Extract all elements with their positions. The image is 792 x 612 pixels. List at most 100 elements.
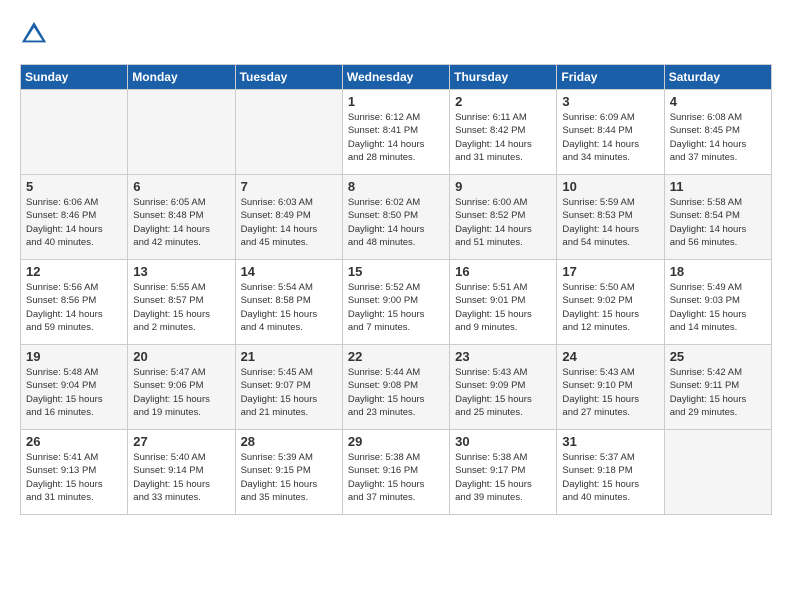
day-info: Sunrise: 5:41 AM Sunset: 9:13 PM Dayligh…: [26, 451, 122, 504]
day-info: Sunrise: 5:50 AM Sunset: 9:02 PM Dayligh…: [562, 281, 658, 334]
day-info: Sunrise: 5:38 AM Sunset: 9:17 PM Dayligh…: [455, 451, 551, 504]
page-header: [20, 20, 772, 48]
calendar-cell-29: 29 Sunrise: 5:38 AM Sunset: 9:16 PM Dayli…: [342, 430, 449, 515]
logo: [20, 20, 52, 48]
calendar-cell-14: 14Sunrise: 5:54 AM Sunset: 8:58 PM Dayli…: [235, 260, 342, 345]
day-number: 30: [455, 434, 551, 449]
day-number: 17: [562, 264, 658, 279]
day-info: Sunrise: 5:54 AM Sunset: 8:58 PM Dayligh…: [241, 281, 337, 334]
calendar-cell-16: 16Sunrise: 5:51 AM Sunset: 9:01 PM Dayli…: [450, 260, 557, 345]
calendar-cell-12: 12 Sunrise: 5:56 AM Sunset: 8:56 PM Dayli…: [21, 260, 128, 345]
weekday-header-thursday: Thursday: [450, 65, 557, 90]
day-info: Sunrise: 5:55 AM Sunset: 8:57 PM Dayligh…: [133, 281, 229, 334]
calendar-cell-17: 17 Sunrise: 5:50 AM Sunset: 9:02 PM Dayli…: [557, 260, 664, 345]
day-number: 13: [133, 264, 229, 279]
calendar-cell-26: 26 Sunrise: 5:41 AM Sunset: 9:13 PM Dayli…: [21, 430, 128, 515]
calendar-cell-24: 24 Sunrise: 5:43 AM Sunset: 9:10 PM Dayli…: [557, 345, 664, 430]
calendar-cell-10: 10Sunrise: 5:59 AM Sunset: 8:53 PM Dayli…: [557, 175, 664, 260]
day-info: Sunrise: 6:09 AM Sunset: 8:44 PM Dayligh…: [562, 111, 658, 164]
calendar-cell-27: 27 Sunrise: 5:40 AM Sunset: 9:14 PM Dayli…: [128, 430, 235, 515]
day-number: 24: [562, 349, 658, 364]
day-number: 2: [455, 94, 551, 109]
calendar-cell-18: 18 Sunrise: 5:49 AM Sunset: 9:03 PM Dayli…: [664, 260, 771, 345]
calendar-cell-empty: [664, 430, 771, 515]
weekday-header-tuesday: Tuesday: [235, 65, 342, 90]
day-number: 9: [455, 179, 551, 194]
calendar-week-3: 12 Sunrise: 5:56 AM Sunset: 8:56 PM Dayli…: [21, 260, 772, 345]
day-number: 21: [241, 349, 337, 364]
day-info: Sunrise: 6:11 AM Sunset: 8:42 PM Dayligh…: [455, 111, 551, 164]
day-number: 31: [562, 434, 658, 449]
calendar-cell-3: 3 Sunrise: 6:09 AM Sunset: 8:44 PM Daylig…: [557, 90, 664, 175]
day-info: Sunrise: 6:06 AM Sunset: 8:46 PM Dayligh…: [26, 196, 122, 249]
logo-icon: [20, 20, 48, 48]
calendar-cell-5: 5 Sunrise: 6:06 AM Sunset: 8:46 PM Daylig…: [21, 175, 128, 260]
calendar-cell-15: 15 Sunrise: 5:52 AM Sunset: 9:00 PM Dayli…: [342, 260, 449, 345]
calendar-cell-7: 7Sunrise: 6:03 AM Sunset: 8:49 PM Daylig…: [235, 175, 342, 260]
calendar-cell-1: 1Sunrise: 6:12 AM Sunset: 8:41 PM Daylig…: [342, 90, 449, 175]
day-info: Sunrise: 5:40 AM Sunset: 9:14 PM Dayligh…: [133, 451, 229, 504]
calendar-cell-19: 19 Sunrise: 5:48 AM Sunset: 9:04 PM Dayli…: [21, 345, 128, 430]
day-info: Sunrise: 6:12 AM Sunset: 8:41 PM Dayligh…: [348, 111, 444, 164]
calendar-week-5: 26 Sunrise: 5:41 AM Sunset: 9:13 PM Dayli…: [21, 430, 772, 515]
day-number: 15: [348, 264, 444, 279]
day-number: 12: [26, 264, 122, 279]
weekday-header-row: SundayMondayTuesdayWednesdayThursdayFrid…: [21, 65, 772, 90]
day-info: Sunrise: 5:51 AM Sunset: 9:01 PM Dayligh…: [455, 281, 551, 334]
day-number: 25: [670, 349, 766, 364]
calendar-week-4: 19 Sunrise: 5:48 AM Sunset: 9:04 PM Dayli…: [21, 345, 772, 430]
calendar-cell-13: 13 Sunrise: 5:55 AM Sunset: 8:57 PM Dayli…: [128, 260, 235, 345]
day-info: Sunrise: 5:38 AM Sunset: 9:16 PM Dayligh…: [348, 451, 444, 504]
day-number: 29: [348, 434, 444, 449]
weekday-header-wednesday: Wednesday: [342, 65, 449, 90]
calendar-cell-4: 4Sunrise: 6:08 AM Sunset: 8:45 PM Daylig…: [664, 90, 771, 175]
calendar-cell-empty: [128, 90, 235, 175]
calendar-cell-6: 6Sunrise: 6:05 AM Sunset: 8:48 PM Daylig…: [128, 175, 235, 260]
weekday-header-friday: Friday: [557, 65, 664, 90]
day-info: Sunrise: 5:39 AM Sunset: 9:15 PM Dayligh…: [241, 451, 337, 504]
calendar-week-1: 1Sunrise: 6:12 AM Sunset: 8:41 PM Daylig…: [21, 90, 772, 175]
day-number: 6: [133, 179, 229, 194]
day-number: 19: [26, 349, 122, 364]
day-number: 3: [562, 94, 658, 109]
weekday-header-monday: Monday: [128, 65, 235, 90]
calendar-cell-23: 23 Sunrise: 5:43 AM Sunset: 9:09 PM Dayli…: [450, 345, 557, 430]
calendar-cell-11: 11Sunrise: 5:58 AM Sunset: 8:54 PM Dayli…: [664, 175, 771, 260]
day-number: 22: [348, 349, 444, 364]
day-number: 28: [241, 434, 337, 449]
calendar-cell-22: 22Sunrise: 5:44 AM Sunset: 9:08 PM Dayli…: [342, 345, 449, 430]
day-info: Sunrise: 5:58 AM Sunset: 8:54 PM Dayligh…: [670, 196, 766, 249]
weekday-header-sunday: Sunday: [21, 65, 128, 90]
calendar-cell-empty: [21, 90, 128, 175]
day-number: 26: [26, 434, 122, 449]
calendar-table: SundayMondayTuesdayWednesdayThursdayFrid…: [20, 64, 772, 515]
calendar-cell-28: 28 Sunrise: 5:39 AM Sunset: 9:15 PM Dayli…: [235, 430, 342, 515]
day-number: 18: [670, 264, 766, 279]
calendar-cell-9: 9Sunrise: 6:00 AM Sunset: 8:52 PM Daylig…: [450, 175, 557, 260]
calendar-cell-8: 8 Sunrise: 6:02 AM Sunset: 8:50 PM Daylig…: [342, 175, 449, 260]
calendar-cell-20: 20Sunrise: 5:47 AM Sunset: 9:06 PM Dayli…: [128, 345, 235, 430]
day-number: 4: [670, 94, 766, 109]
day-info: Sunrise: 5:49 AM Sunset: 9:03 PM Dayligh…: [670, 281, 766, 334]
calendar-cell-empty: [235, 90, 342, 175]
day-info: Sunrise: 5:43 AM Sunset: 9:10 PM Dayligh…: [562, 366, 658, 419]
day-number: 20: [133, 349, 229, 364]
day-info: Sunrise: 5:56 AM Sunset: 8:56 PM Dayligh…: [26, 281, 122, 334]
day-info: Sunrise: 5:43 AM Sunset: 9:09 PM Dayligh…: [455, 366, 551, 419]
calendar-cell-2: 2 Sunrise: 6:11 AM Sunset: 8:42 PM Daylig…: [450, 90, 557, 175]
day-number: 8: [348, 179, 444, 194]
day-info: Sunrise: 6:02 AM Sunset: 8:50 PM Dayligh…: [348, 196, 444, 249]
calendar-week-2: 5 Sunrise: 6:06 AM Sunset: 8:46 PM Daylig…: [21, 175, 772, 260]
day-info: Sunrise: 5:52 AM Sunset: 9:00 PM Dayligh…: [348, 281, 444, 334]
day-number: 10: [562, 179, 658, 194]
day-info: Sunrise: 5:42 AM Sunset: 9:11 PM Dayligh…: [670, 366, 766, 419]
day-info: Sunrise: 5:45 AM Sunset: 9:07 PM Dayligh…: [241, 366, 337, 419]
calendar-cell-30: 30 Sunrise: 5:38 AM Sunset: 9:17 PM Dayli…: [450, 430, 557, 515]
day-number: 23: [455, 349, 551, 364]
day-number: 5: [26, 179, 122, 194]
day-info: Sunrise: 6:03 AM Sunset: 8:49 PM Dayligh…: [241, 196, 337, 249]
weekday-header-saturday: Saturday: [664, 65, 771, 90]
day-number: 27: [133, 434, 229, 449]
day-info: Sunrise: 5:48 AM Sunset: 9:04 PM Dayligh…: [26, 366, 122, 419]
calendar-cell-21: 21 Sunrise: 5:45 AM Sunset: 9:07 PM Dayli…: [235, 345, 342, 430]
